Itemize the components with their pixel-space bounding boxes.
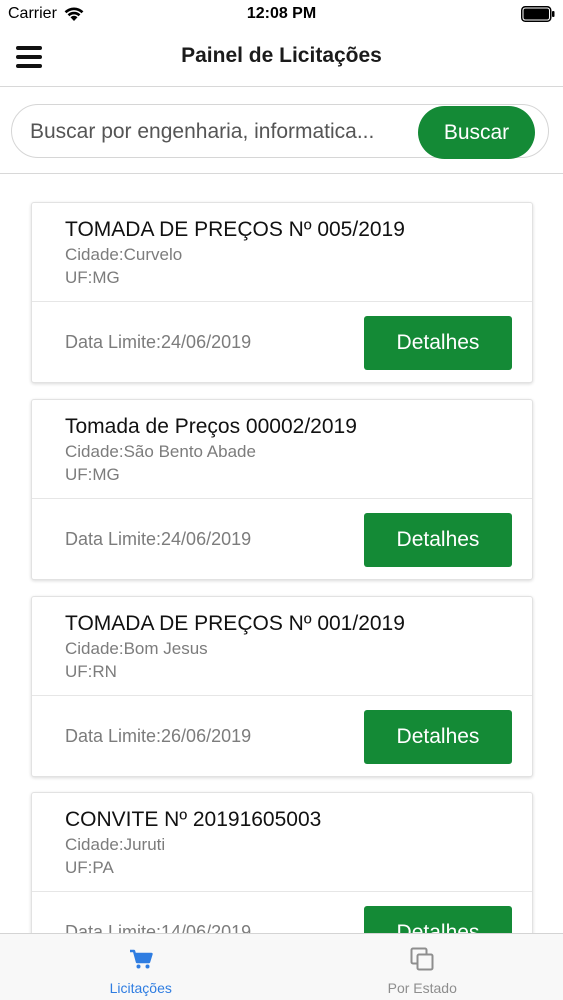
bid-card: Tomada de Preços 00002/2019 Cidade:São B… [31,399,533,580]
bid-state: UF:PA [65,858,114,877]
details-button[interactable]: Detalhes [364,710,512,764]
details-button[interactable]: Detalhes [364,906,512,933]
tab-label: Por Estado [387,980,457,996]
tab-licitacoes[interactable]: Licitações [0,934,282,1000]
bid-card-footer: Data Limite:26/06/2019 Detalhes [32,696,532,777]
bid-title: TOMADA DE PREÇOS Nº 005/2019 [65,218,405,241]
bid-city: Cidade:Curvelo [65,245,183,264]
details-button[interactable]: Detalhes [364,316,512,370]
bid-deadline: Data Limite:24/06/2019 [65,332,252,352]
bid-card-info: Tomada de Preços 00002/2019 Cidade:São B… [32,400,532,499]
tab-bar: Licitações Por Estado [0,933,563,1000]
page-title: Painel de Licitações [181,44,382,67]
copy-icon [410,947,434,971]
bid-card: CONVITE Nº 20191605003 Cidade:Juruti UF:… [31,792,533,933]
bid-state: UF:RN [65,662,117,681]
battery-icon [521,6,555,22]
bid-state: UF:MG [65,268,120,287]
bid-card-footer: Data Limite:24/06/2019 Detalhes [32,302,532,383]
bid-list[interactable]: TOMADA DE PREÇOS Nº 005/2019 Cidade:Curv… [0,175,563,933]
tab-por-estado[interactable]: Por Estado [282,934,563,1000]
bid-card-footer: Data Limite:24/06/2019 Detalhes [32,499,532,580]
bid-title: TOMADA DE PREÇOS Nº 001/2019 [65,612,405,635]
search-input[interactable] [30,117,410,147]
bid-title: CONVITE Nº 20191605003 [65,808,322,831]
search-box: Buscar [11,104,549,159]
bid-card: TOMADA DE PREÇOS Nº 005/2019 Cidade:Curv… [31,202,533,383]
bid-deadline: Data Limite:24/06/2019 [65,529,252,549]
status-time: 12:08 PM [246,5,317,22]
shopping-cart-icon [129,949,153,969]
search-area: Buscar [0,88,563,174]
bid-deadline: Data Limite:14/06/2019 [65,922,252,933]
bid-city: Cidade:Bom Jesus [65,639,208,658]
details-button[interactable]: Detalhes [364,513,512,567]
bid-city: Cidade:São Bento Abade [65,442,256,461]
nav-bar: Painel de Licitações [0,30,563,87]
bid-card-info: TOMADA DE PREÇOS Nº 001/2019 Cidade:Bom … [32,597,532,696]
tab-label: Licitações [109,980,172,996]
bid-card: TOMADA DE PREÇOS Nº 001/2019 Cidade:Bom … [31,596,533,777]
bid-card-footer: Data Limite:14/06/2019 Detalhes [32,892,532,933]
bid-card-info: TOMADA DE PREÇOS Nº 005/2019 Cidade:Curv… [32,203,532,302]
bid-card-info: CONVITE Nº 20191605003 Cidade:Juruti UF:… [32,793,532,892]
bid-city: Cidade:Juruti [65,835,166,854]
bid-state: UF:MG [65,465,120,484]
bid-deadline: Data Limite:26/06/2019 [65,726,252,746]
bid-title: Tomada de Preços 00002/2019 [65,415,357,438]
search-button[interactable]: Buscar [418,106,535,159]
status-bar: Carrier 12:08 PM [0,0,563,30]
